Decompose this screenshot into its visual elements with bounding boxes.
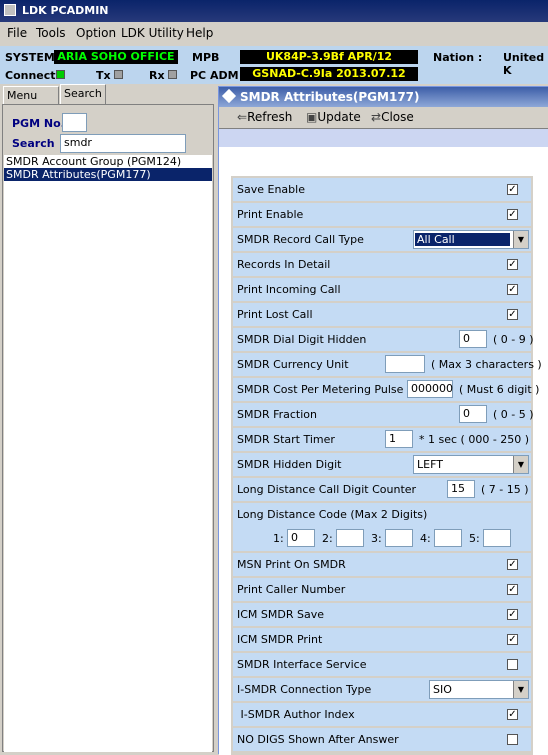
row-icm-smdr-print: ICM SMDR Print ✓ <box>233 628 531 651</box>
search-label: Search <box>12 137 55 150</box>
pcadm-label: PC ADM <box>190 69 239 82</box>
app-icon <box>4 4 16 16</box>
window-title: SMDR Attributes(PGM177) <box>240 90 420 104</box>
tab-search[interactable]: Search <box>60 84 106 104</box>
no-digs-checkbox[interactable] <box>507 734 518 745</box>
chevron-down-icon[interactable]: ▼ <box>513 456 528 473</box>
chevron-down-icon[interactable]: ▼ <box>513 681 528 698</box>
ld-digit-counter-input[interactable]: 15 <box>447 480 475 498</box>
print-incoming-checkbox[interactable]: ✓ <box>507 284 518 295</box>
row-author-index: I-SMDR Author Index ✓ <box>233 703 531 726</box>
header-strip <box>219 129 548 147</box>
mpb-value: UK84P-3.9Bf APR/12 <box>240 50 418 64</box>
save-icon: ▣ <box>306 110 318 124</box>
ld-code-4-input[interactable] <box>434 529 462 547</box>
refresh-button[interactable]: ⇐Refresh <box>237 110 292 124</box>
print-caller-checkbox[interactable]: ✓ <box>507 584 518 595</box>
left-pane: Menu List Search PGM No. Search smdr SMD… <box>0 84 216 754</box>
menu-file[interactable]: File <box>7 26 27 40</box>
pcadm-value: GSNAD-C.9Ia 2013.07.12 <box>240 67 418 81</box>
menu-ldk-utility[interactable]: LDK Utility <box>121 26 184 40</box>
row-print-lost-call: Print Lost Call ✓ <box>233 303 531 326</box>
tab-menu-list[interactable]: Menu List <box>3 86 59 115</box>
rx-led-icon <box>168 70 177 79</box>
smdr-attributes-window: SMDR Attributes(PGM177) ⇐Refresh ▣Update… <box>218 86 548 755</box>
ld-code-3-input[interactable] <box>385 529 413 547</box>
tx-led-icon <box>114 70 123 79</box>
row-currency-unit: SMDR Currency Unit ( Max 3 characters ) <box>233 353 542 376</box>
system-label: SYSTEM <box>5 51 55 64</box>
nation-label: Nation : <box>433 51 483 64</box>
row-ld-digit-counter: Long Distance Call Digit Counter 15 ( 7 … <box>233 478 531 501</box>
app-title: LDK PCADMIN <box>22 4 109 17</box>
app-title-bar: LDK PCADMIN <box>0 0 548 22</box>
row-dial-digit-hidden: SMDR Dial Digit Hidden 0 ( 0 - 9 ) <box>233 328 534 351</box>
connection-type-select[interactable]: SIO ▼ <box>429 680 529 699</box>
ld-code-2-input[interactable] <box>336 529 364 547</box>
refresh-icon: ⇐ <box>237 110 248 124</box>
mpb-label: MPB <box>192 51 220 64</box>
ld-code-5-input[interactable] <box>483 529 511 547</box>
close-button[interactable]: ⇄Close <box>371 110 414 124</box>
row-print-enable: Print Enable ✓ <box>233 203 531 226</box>
row-cost-per-pulse: SMDR Cost Per Metering Pulse 000000 ( Mu… <box>233 378 539 401</box>
print-enable-checkbox[interactable]: ✓ <box>507 209 518 220</box>
fraction-input[interactable]: 0 <box>459 405 487 423</box>
currency-unit-input[interactable] <box>385 355 425 373</box>
dial-digit-hidden-input[interactable]: 0 <box>459 330 487 348</box>
chevron-down-icon[interactable]: ▼ <box>513 231 528 248</box>
list-item[interactable]: SMDR Account Group (PGM124) <box>4 155 212 168</box>
window-body: Save Enable ✓ Print Enable ✓ SMDR Record… <box>219 129 548 755</box>
menu-help[interactable]: Help <box>186 26 213 40</box>
window-icon <box>221 88 237 104</box>
menu-tools[interactable]: Tools <box>36 26 66 40</box>
window-toolbar: ⇐Refresh ▣Update ⇄Close <box>219 107 548 129</box>
window-title-bar: SMDR Attributes(PGM177) <box>219 87 548 107</box>
connect-label: Connect <box>5 69 56 82</box>
start-timer-input[interactable]: 1 <box>385 430 413 448</box>
row-record-call-type: SMDR Record Call Type All Call ▼ <box>233 228 531 251</box>
msn-print-checkbox[interactable]: ✓ <box>507 559 518 570</box>
hidden-digit-select[interactable]: LEFT ▼ <box>413 455 529 474</box>
records-in-detail-checkbox[interactable]: ✓ <box>507 259 518 270</box>
row-hidden-digit: SMDR Hidden Digit LEFT ▼ <box>233 453 531 476</box>
pgm-no-label: PGM No. <box>12 117 65 130</box>
row-ld-code: Long Distance Code (Max 2 Digits) 1: 0 2… <box>233 503 531 551</box>
menu-bar: File Tools Option LDK Utility Help <box>0 22 548 44</box>
row-save-enable: Save Enable ✓ <box>233 178 531 201</box>
row-records-in-detail: Records In Detail ✓ <box>233 253 531 276</box>
row-connection-type: I-SMDR Connection Type SIO ▼ <box>233 678 531 701</box>
record-call-type-select[interactable]: All Call ▼ <box>413 230 529 249</box>
row-start-timer: SMDR Start Timer 1 * 1 sec ( 000 - 250 ) <box>233 428 531 451</box>
save-enable-checkbox[interactable]: ✓ <box>507 184 518 195</box>
search-results-list: SMDR Account Group (PGM124) SMDR Attribu… <box>4 155 212 752</box>
search-input[interactable]: smdr <box>60 134 186 153</box>
nation-value: United K <box>503 51 545 77</box>
row-print-caller-number: Print Caller Number ✓ <box>233 578 531 601</box>
icm-save-checkbox[interactable]: ✓ <box>507 609 518 620</box>
row-icm-smdr-save: ICM SMDR Save ✓ <box>233 603 531 626</box>
cost-per-pulse-input[interactable]: 000000 <box>407 380 453 398</box>
row-msn-print: MSN Print On SMDR ✓ <box>233 553 531 576</box>
interface-service-checkbox[interactable] <box>507 659 518 670</box>
row-print-incoming-call: Print Incoming Call ✓ <box>233 278 531 301</box>
settings-form: Save Enable ✓ Print Enable ✓ SMDR Record… <box>231 176 542 755</box>
system-status-bar: SYSTEM ARIA SOHO OFFICE MPB UK84P-3.9Bf … <box>0 46 548 84</box>
pgm-no-input[interactable] <box>62 113 87 132</box>
row-fraction: SMDR Fraction 0 ( 0 - 5 ) <box>233 403 534 426</box>
rx-label: Rx <box>149 69 165 82</box>
update-button[interactable]: ▣Update <box>306 110 361 124</box>
row-no-digs: NO DIGS Shown After Answer <box>233 728 531 751</box>
close-icon: ⇄ <box>371 110 382 124</box>
system-value: ARIA SOHO OFFICE <box>54 50 178 64</box>
print-lost-checkbox[interactable]: ✓ <box>507 309 518 320</box>
menu-option[interactable]: Option <box>76 26 116 40</box>
ld-code-1-input[interactable]: 0 <box>287 529 315 547</box>
icm-print-checkbox[interactable]: ✓ <box>507 634 518 645</box>
list-item[interactable]: SMDR Attributes(PGM177) <box>4 168 212 181</box>
connect-led-icon <box>56 70 65 79</box>
author-index-checkbox[interactable]: ✓ <box>507 709 518 720</box>
tx-label: Tx <box>96 69 111 82</box>
row-interface-service: SMDR Interface Service <box>233 653 531 676</box>
